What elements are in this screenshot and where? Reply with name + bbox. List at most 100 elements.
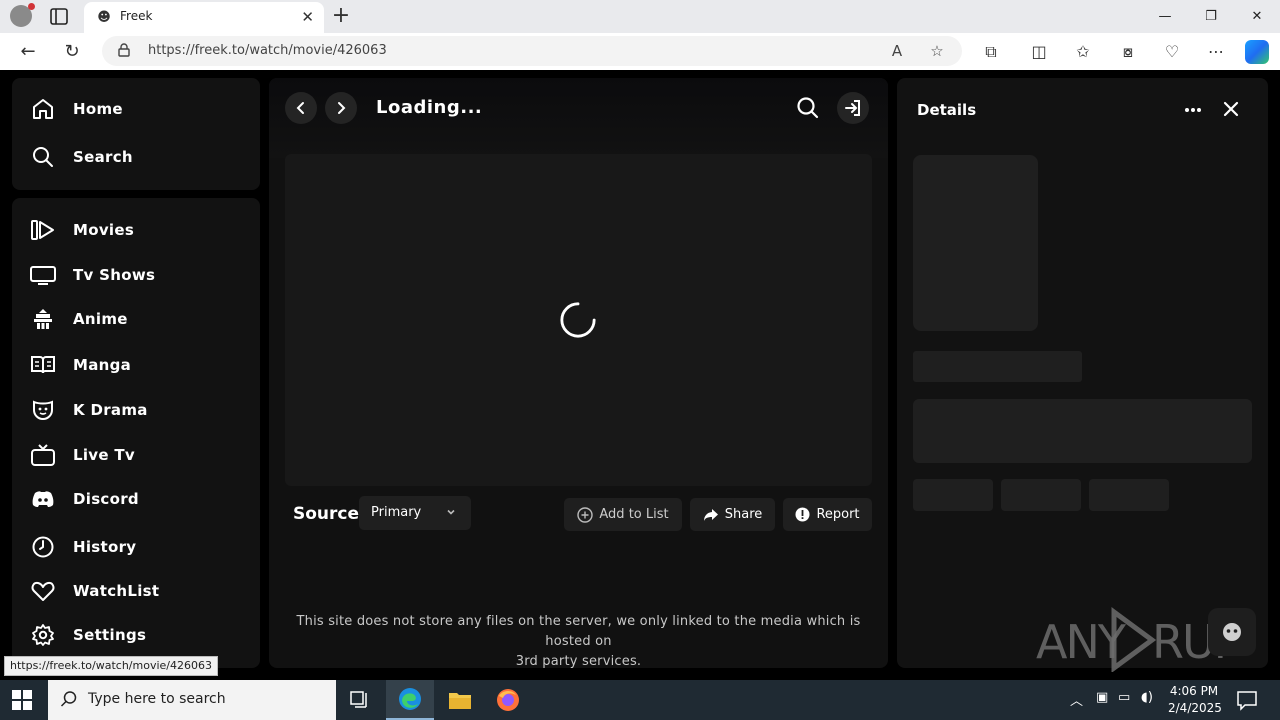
taskbar-clock[interactable]: 4:06 PM 2/4/2025 [1168, 683, 1222, 717]
window-close-icon[interactable]: ✕ [1234, 6, 1280, 28]
sidebar-item-label: Anime [73, 310, 128, 328]
share-arrow-icon [703, 508, 718, 521]
forward-button[interactable] [325, 92, 357, 124]
chat-bot-icon[interactable] [1208, 608, 1256, 656]
collections-icon[interactable]: ⧇ [1116, 40, 1140, 64]
add-to-list-label: Add to List [599, 507, 669, 522]
anime-icon [30, 306, 56, 332]
sidebar-item-watchlist[interactable]: WatchList [30, 576, 159, 606]
tab-actions-icon[interactable] [48, 7, 72, 27]
split-screen-icon[interactable]: ◫ [1027, 40, 1051, 64]
sidebar-item-discord[interactable]: Discord [30, 484, 139, 514]
refresh-icon[interactable]: ↻ [60, 40, 84, 64]
back-button[interactable] [285, 92, 317, 124]
notification-icon[interactable] [1236, 689, 1258, 711]
restore-icon[interactable]: ❐ [1188, 6, 1234, 28]
windows-taskbar: Type here to search ︿ ▣ ▭ ◖) 4:06 PM 2/4… [0, 680, 1280, 720]
sidebar-item-search[interactable]: Search [30, 142, 133, 172]
page-viewport: Home Search Movies Tv Shows Anime Manga … [4, 70, 1276, 680]
sidebar-item-home[interactable]: Home [30, 94, 123, 124]
tray-device-icon[interactable]: ▣ [1096, 690, 1108, 705]
favorites-icon[interactable]: ✩ [1071, 40, 1095, 64]
sidebar-item-label: WatchList [73, 582, 160, 600]
sidebar-top-panel: Home Search [12, 78, 260, 190]
login-icon [845, 100, 860, 116]
sidebar-item-tv-shows[interactable]: Tv Shows [30, 260, 155, 290]
report-button[interactable]: Report [783, 498, 872, 531]
task-view-icon[interactable] [336, 680, 384, 720]
disclaimer-line: 3rd party services. [515, 654, 642, 669]
details-more-icon[interactable] [1183, 100, 1205, 120]
sidebar-item-label: Movies [73, 221, 135, 239]
minimize-icon[interactable]: — [1142, 6, 1188, 28]
tab-title: Freek [120, 9, 153, 23]
url-text[interactable]: https://freek.to/watch/movie/426063 [148, 43, 387, 58]
chevron-left-icon [296, 102, 304, 114]
source-select[interactable]: Primary [359, 496, 471, 530]
sidebar-item-k-drama[interactable]: K Drama [30, 395, 148, 425]
address-bar[interactable]: https://freek.to/watch/movie/426063 A ☆ [102, 36, 962, 66]
new-tab-icon[interactable]: + [330, 3, 352, 29]
header-search-button[interactable] [792, 92, 824, 124]
extensions-icon[interactable]: ⧉ [979, 40, 1003, 64]
sidebar-item-settings[interactable]: Settings [30, 620, 146, 650]
taskbar-search-box[interactable]: Type here to search [48, 680, 336, 720]
more-menu-icon[interactable]: ⋯ [1204, 40, 1228, 64]
heart-icon [30, 578, 56, 604]
profile-avatar-icon[interactable] [10, 3, 35, 27]
sidebar-item-history[interactable]: History [30, 532, 136, 562]
source-label: Source [293, 504, 360, 524]
source-selected-value: Primary [371, 505, 422, 520]
share-button[interactable]: Share [690, 498, 775, 531]
details-close-icon[interactable] [1222, 100, 1242, 120]
copilot-icon[interactable] [1245, 40, 1269, 64]
clock-date: 2/4/2025 [1168, 701, 1222, 715]
network-icon[interactable]: ▭ [1118, 690, 1130, 705]
plus-circle-icon [577, 506, 594, 523]
sidebar-item-label: Manga [73, 356, 132, 374]
sidebar-item-label: Settings [73, 626, 147, 644]
mask-icon [30, 397, 56, 423]
edge-taskbar-icon[interactable] [386, 680, 434, 720]
sidebar-main-panel: Movies Tv Shows Anime Manga K Drama Live… [12, 198, 260, 668]
sidebar-item-label: History [73, 538, 137, 556]
tv-icon [30, 262, 56, 288]
firefox-icon[interactable] [484, 680, 532, 720]
login-button[interactable] [837, 92, 869, 124]
browser-tab-bar: ☻ Freek ✕ + — ❐ ✕ [0, 0, 1280, 33]
anyrun-watermark-logo: ANY RUN [1036, 607, 1234, 672]
browser-tab-freek[interactable]: ☻ Freek ✕ [84, 2, 324, 33]
overview-skeleton [913, 399, 1252, 463]
title-skeleton [913, 351, 1082, 382]
read-aloud-icon[interactable]: A [886, 40, 908, 62]
movie-play-icon [30, 217, 56, 243]
volume-icon[interactable]: ◖) [1141, 690, 1153, 705]
sidebar-item-movies[interactable]: Movies [30, 215, 134, 245]
address-toolbar: ← ↻ https://freek.to/watch/movie/426063 … [0, 33, 1280, 70]
page-title: Loading... [376, 97, 483, 118]
share-label: Share [724, 507, 763, 522]
sidebar-item-live-tv[interactable]: Live Tv [30, 440, 135, 470]
disclaimer-line: This site does not store any files on th… [296, 614, 861, 649]
add-to-list-button[interactable]: Add to List [564, 498, 682, 531]
lock-icon[interactable] [118, 43, 132, 59]
tray-chevron-up-icon[interactable]: ︿ [1070, 690, 1083, 709]
windows-start-icon[interactable] [12, 690, 32, 710]
main-content-panel: Loading... Source Primary Add to List Sh… [269, 78, 888, 669]
tag-skeleton [1001, 479, 1081, 511]
tab-close-icon[interactable]: ✕ [301, 8, 314, 26]
video-player[interactable] [285, 154, 872, 486]
chevron-right-icon [338, 102, 346, 114]
details-title: Details [917, 101, 977, 119]
sidebar-item-label: K Drama [73, 401, 148, 419]
file-explorer-icon[interactable] [436, 680, 484, 720]
favorite-star-icon[interactable]: ☆ [926, 40, 948, 62]
sidebar-item-label: Home [73, 100, 123, 118]
browser-essentials-icon[interactable]: ♡ [1160, 40, 1184, 64]
taskbar-search-placeholder: Type here to search [88, 691, 226, 707]
alert-icon [795, 507, 810, 522]
sidebar-item-anime[interactable]: Anime [30, 304, 128, 334]
sidebar-item-manga[interactable]: Manga [30, 350, 131, 380]
loading-spinner-icon [560, 302, 596, 338]
back-arrow-icon[interactable]: ← [16, 40, 40, 64]
